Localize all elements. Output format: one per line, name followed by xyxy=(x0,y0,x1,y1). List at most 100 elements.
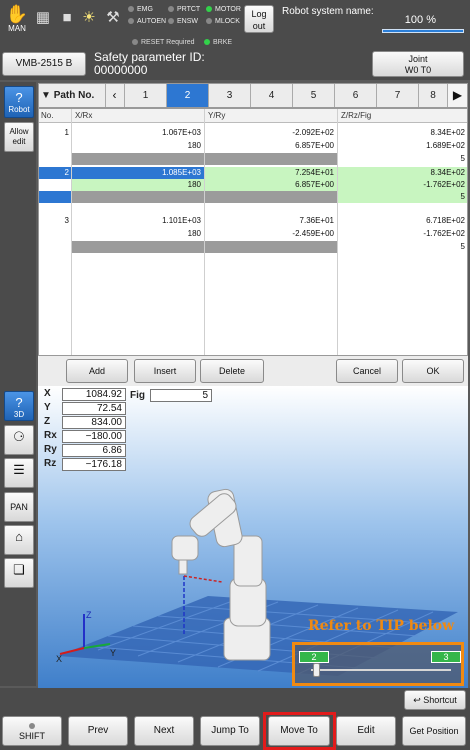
ok-button[interactable]: OK xyxy=(402,359,464,383)
table-action-bar: Add Insert Delete Cancel OK xyxy=(38,356,468,386)
shortcut-icon: ↩ xyxy=(413,695,421,705)
tab-path-3[interactable]: 3 xyxy=(208,84,250,107)
mode-label: MAN xyxy=(8,24,26,33)
insert-button[interactable]: Insert xyxy=(134,359,196,383)
indicator-reset-required: RESET Required xyxy=(132,39,195,46)
table-row[interactable]: 180 6.857E+00 1.689E+02 xyxy=(39,140,467,152)
ry-readout: Ry 6.86 xyxy=(42,444,162,458)
edit-button[interactable]: Edit xyxy=(336,716,396,746)
delete-button[interactable]: Delete xyxy=(200,359,264,383)
speed-bar xyxy=(382,29,464,33)
layers-button[interactable]: ☰ xyxy=(4,458,34,488)
help-icon: ? xyxy=(15,90,23,105)
manual-mode-indicator[interactable]: ✋ MAN xyxy=(4,4,30,38)
point-icon: ⚆ xyxy=(13,429,25,444)
rz-readout: Rz −176.18 xyxy=(42,458,162,472)
range-end-badge: 3 xyxy=(431,651,461,663)
status-indicators: EMG PRTCT MOTOR AUTOEN ENSW MLOCK xyxy=(128,6,248,36)
table-header: No. X/Rx Y/Ry Z/Rz/Fig xyxy=(39,109,467,123)
shift-button[interactable]: SHIFT xyxy=(2,716,62,746)
lightbulb-icon[interactable]: ☀ xyxy=(80,9,98,27)
range-slider-thumb[interactable] xyxy=(313,663,320,677)
speed-value: 100 % xyxy=(404,14,436,26)
cancel-button[interactable]: Cancel xyxy=(336,359,398,383)
stop-icon[interactable]: ■ xyxy=(58,9,76,27)
tab-prev-arrow-icon[interactable]: ‹ xyxy=(105,84,123,107)
tab-path-5[interactable]: 5 xyxy=(292,84,334,107)
tip-callout: Refer to TIP below xyxy=(308,618,455,634)
layers-icon: ☰ xyxy=(13,462,25,477)
cube-icon: ❏ xyxy=(13,562,25,577)
status-bar: ✋ MAN ▦ ■ ☀ ⚒ EMG PRTCT MOTOR AUTOEN ENS… xyxy=(0,0,470,48)
indicator-ensw: ENSW xyxy=(168,18,198,25)
home-view-button[interactable]: ⌂ xyxy=(4,525,34,555)
add-button[interactable]: Add xyxy=(66,359,128,383)
table-row[interactable]: 5 xyxy=(39,241,467,253)
bottom-command-bar: SHIFT Prev Next Jump To Move To Edit Get… xyxy=(0,712,470,750)
table-row-selected[interactable]: 5 xyxy=(39,191,467,203)
pendant-icon[interactable]: ▦ xyxy=(34,9,52,27)
move-to-highlight xyxy=(263,712,336,750)
table-row-selected[interactable]: 2 1.085E+03 7.254E+01 8.34E+02 xyxy=(39,167,467,179)
shortcut-button[interactable]: ↩ Shortcut xyxy=(404,690,466,710)
tab-path-7[interactable]: 7 xyxy=(376,84,418,107)
table-row[interactable]: 5 xyxy=(39,153,467,165)
indicator-mlock: MLOCK xyxy=(206,18,240,25)
indicator-brke: BRKE xyxy=(204,39,232,46)
indicator-prtct: PRTCT xyxy=(168,6,200,13)
table-row[interactable]: 180 -2.459E+00 -1.762E+02 xyxy=(39,228,467,240)
path-table: No. X/Rx Y/Ry Z/Rz/Fig 1 1.067E+03 -2.09… xyxy=(38,108,468,356)
fig-label: Fig xyxy=(130,390,145,401)
path-range-slider-panel: 2 3 xyxy=(292,642,464,686)
header: VMB-2515 B Safety parameter ID: 00000000… xyxy=(0,48,470,80)
get-position-button[interactable]: Get Position xyxy=(402,716,466,746)
z-readout: Z 834.00 xyxy=(42,416,162,430)
robot-model-button[interactable]: VMB-2515 B xyxy=(2,52,86,76)
left-toolbar: ? Robot Allow edit ? 3D ⚆ ☰ PAN ⌂ ❏ xyxy=(0,82,36,686)
path-tabs: ▼ Path No. ‹ 1 2 3 4 5 6 7 8 ▶ xyxy=(38,83,468,108)
pan-button[interactable]: PAN xyxy=(4,492,34,522)
range-start-badge: 2 xyxy=(299,651,329,663)
y-readout: Y 72.54 xyxy=(42,402,162,416)
fig-value: 5 xyxy=(150,389,212,402)
joint-coordinate-button[interactable]: Joint W0 T0 xyxy=(372,51,464,77)
range-slider-track[interactable] xyxy=(311,669,451,671)
prev-button[interactable]: Prev xyxy=(68,716,128,746)
table-row[interactable]: 3 1.101E+03 7.36E+01 6.718E+02 xyxy=(39,215,467,227)
table-row[interactable]: 1 1.067E+03 -2.092E+02 8.34E+02 xyxy=(39,127,467,139)
svg-text:Z: Z xyxy=(86,610,92,620)
robot-tab-button[interactable]: ? Robot xyxy=(4,86,34,118)
indicator-motor: MOTOR xyxy=(206,6,241,13)
svg-text:Y: Y xyxy=(110,648,116,658)
wrench-icon[interactable]: ⚒ xyxy=(104,9,122,27)
tab-path-1[interactable]: 1 xyxy=(124,84,166,107)
path-no-selector[interactable]: ▼ Path No. xyxy=(41,87,103,105)
rx-readout: Rx −180.00 xyxy=(42,430,162,444)
speed-indicator[interactable]: 100 % xyxy=(382,14,464,33)
indicator-emg: EMG xyxy=(128,6,153,13)
help-icon: ? xyxy=(15,395,23,410)
jump-to-button[interactable]: Jump To xyxy=(200,716,260,746)
safety-parameter: Safety parameter ID: 00000000 xyxy=(94,51,205,77)
tab-path-4[interactable]: 4 xyxy=(250,84,292,107)
table-row-selected[interactable]: 180 6.857E+00 -1.762E+02 xyxy=(39,179,467,191)
shortcut-bar: ↩ Shortcut xyxy=(0,688,470,712)
tab-path-8[interactable]: 8 xyxy=(418,84,447,107)
tab-path-2[interactable]: 2 xyxy=(166,84,208,107)
indicator-autoen: AUTOEN xyxy=(128,18,166,25)
view-3d-button[interactable]: ? 3D xyxy=(4,391,34,421)
robot-3d-viewer[interactable]: Z X Y X 1084.92 Y 72.54 Z 834.00 Rx −180.00 … xyxy=(38,386,468,688)
allow-edit-button[interactable]: Allow edit xyxy=(4,122,34,152)
tab-path-6[interactable]: 6 xyxy=(334,84,376,107)
next-button[interactable]: Next xyxy=(134,716,194,746)
cube-view-button[interactable]: ❏ xyxy=(4,558,34,588)
logout-button[interactable]: Log out xyxy=(244,5,274,33)
point-view-button[interactable]: ⚆ xyxy=(4,425,34,455)
robot-teach-screen: ✋ MAN ▦ ■ ☀ ⚒ EMG PRTCT MOTOR AUTOEN ENS… xyxy=(0,0,470,750)
home-icon: ⌂ xyxy=(15,529,23,544)
robot-system-name-label: Robot system name: xyxy=(282,6,374,17)
tab-next-arrow-icon[interactable]: ▶ xyxy=(447,84,467,107)
safety-parameter-value: 00000000 xyxy=(94,63,148,77)
svg-text:X: X xyxy=(56,654,62,664)
hand-icon: ✋ xyxy=(5,4,29,24)
